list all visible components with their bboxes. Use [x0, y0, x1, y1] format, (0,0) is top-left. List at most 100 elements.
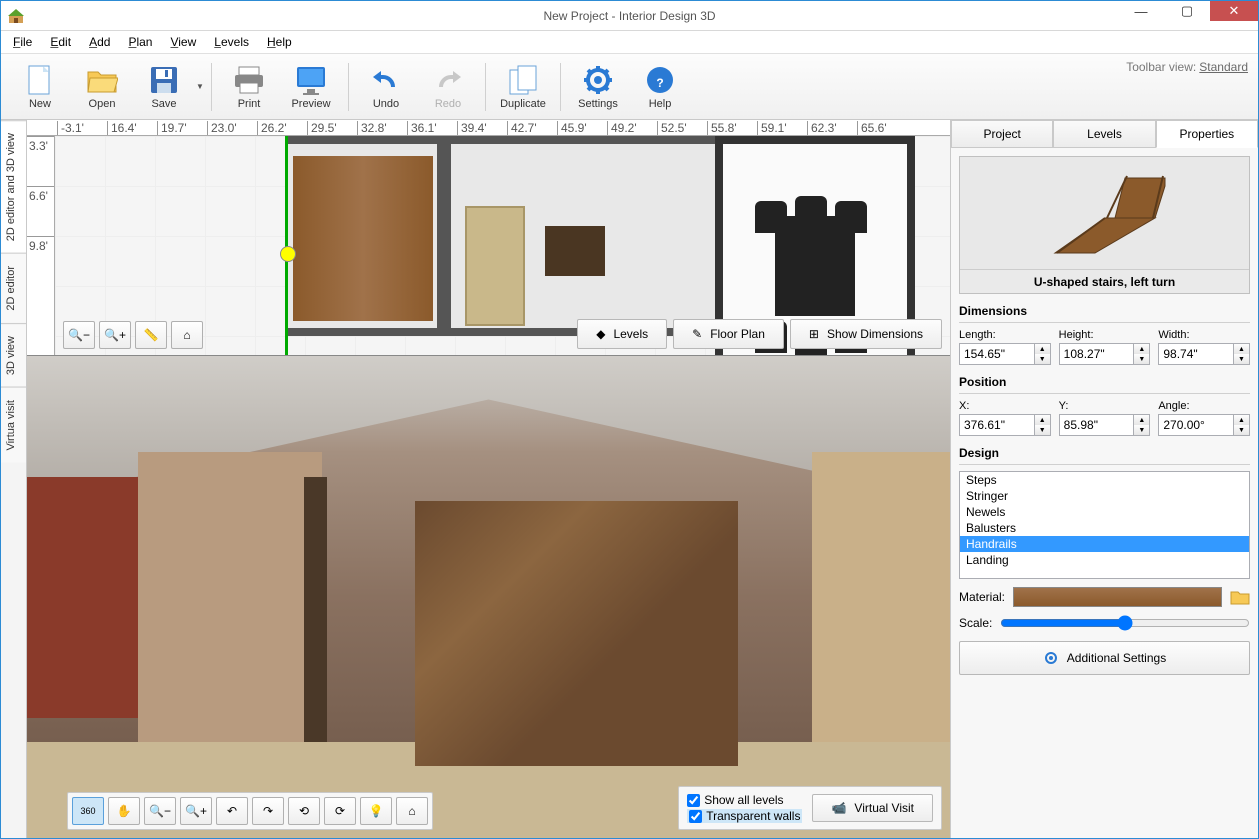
print-button[interactable]: Print [218, 57, 280, 117]
zoom-in-2d-button[interactable]: 🔍+ [99, 321, 131, 349]
y-field[interactable]: ▲▼ [1059, 414, 1151, 436]
list-item[interactable]: Balusters [960, 520, 1249, 536]
help-button[interactable]: ? Help [629, 57, 691, 117]
zoom-out-2d-button[interactable]: 🔍− [63, 321, 95, 349]
app-icon [7, 7, 25, 25]
dimensions-group: Dimensions Length: ▲▼ Height: ▲▼ Width: … [959, 302, 1250, 365]
view-2d[interactable]: 3.3'6.6'9.8' [27, 136, 950, 356]
minimize-button[interactable]: — [1118, 1, 1164, 21]
view3d-right-bar: Show all levels Transparent walls 📹Virtu… [678, 786, 942, 830]
browse-material-button[interactable] [1230, 589, 1250, 605]
orbit-button[interactable]: 360 [72, 797, 104, 825]
show-dimensions-button[interactable]: ⊞Show Dimensions [790, 319, 942, 349]
duplicate-button[interactable]: Duplicate [492, 57, 554, 117]
view3d-toolbar: 360 ✋ 🔍− 🔍+ ↶ ↷ ⟲ ⟳ 💡 ⌂ [67, 792, 433, 830]
right-panel: Project Levels Properties U-shaped stair… [950, 120, 1258, 838]
left-tab-3d[interactable]: 3D view [1, 323, 26, 387]
left-tab-2d3d[interactable]: 2D editor and 3D view [1, 120, 26, 253]
maximize-button[interactable]: ▢ [1164, 1, 1210, 21]
scale-slider[interactable] [1000, 615, 1250, 631]
orbit-icon: 360 [80, 806, 95, 816]
levels-button[interactable]: ◆Levels [577, 319, 667, 349]
undo-button[interactable]: Undo [355, 57, 417, 117]
home-icon: ⌂ [183, 328, 190, 342]
light-button[interactable]: 💡 [360, 797, 392, 825]
svg-text:?: ? [656, 76, 663, 90]
list-item[interactable]: Newels [960, 504, 1249, 520]
length-field[interactable]: ▲▼ [959, 343, 1051, 365]
rotate-cw-button[interactable]: ↷ [252, 797, 284, 825]
gear-icon [582, 64, 614, 96]
virtual-visit-button[interactable]: 📹Virtual Visit [812, 794, 933, 822]
window-title: New Project - Interior Design 3D [543, 9, 715, 23]
measure-button[interactable]: 📏 [135, 321, 167, 349]
zoom-in-icon: 🔍+ [104, 328, 126, 342]
menu-file[interactable]: File [5, 33, 40, 51]
additional-settings-button[interactable]: Additional Settings [959, 641, 1250, 675]
tab-properties[interactable]: Properties [1156, 120, 1258, 148]
design-parts-list[interactable]: Steps Stringer Newels Balusters Handrail… [959, 471, 1250, 579]
pan-button[interactable]: ✋ [108, 797, 140, 825]
x-field[interactable]: ▲▼ [959, 414, 1051, 436]
view2d-action-bar: ◆Levels ✎Floor Plan ⊞Show Dimensions [577, 319, 942, 349]
ruler-vertical: 3.3'6.6'9.8' [27, 136, 55, 355]
new-button[interactable]: New [9, 57, 71, 117]
toolbar-view-link[interactable]: Standard [1199, 60, 1248, 74]
camera-icon: 📹 [831, 801, 846, 815]
zoom-out-icon: 🔍− [68, 328, 90, 342]
list-item[interactable]: Steps [960, 472, 1249, 488]
tab-project[interactable]: Project [951, 120, 1053, 148]
menubar: File Edit Add Plan View Levels Help [1, 31, 1258, 53]
rotate-ccw-icon: ↶ [227, 804, 237, 818]
transparent-walls-checkbox[interactable]: Transparent walls [687, 809, 802, 823]
left-tab-virtual[interactable]: Virtua visit [1, 387, 26, 463]
dimensions-icon: ⊞ [809, 327, 819, 341]
zoom-in-3d-button[interactable]: 🔍+ [180, 797, 212, 825]
render-canvas[interactable] [27, 356, 950, 838]
layers-icon: ◆ [596, 327, 605, 341]
view2d-toolbar: 🔍− 🔍+ 📏 ⌂ [63, 321, 203, 349]
menu-edit[interactable]: Edit [42, 33, 79, 51]
open-button[interactable]: Open [71, 57, 133, 117]
width-field[interactable]: ▲▼ [1158, 343, 1250, 365]
settings-button[interactable]: Settings [567, 57, 629, 117]
tab-levels[interactable]: Levels [1053, 120, 1155, 148]
show-all-levels-checkbox[interactable]: Show all levels [687, 793, 802, 807]
rotate-ccw-button[interactable]: ↶ [216, 797, 248, 825]
height-field[interactable]: ▲▼ [1059, 343, 1151, 365]
list-item[interactable]: Landing [960, 552, 1249, 568]
material-swatch[interactable] [1013, 587, 1222, 607]
home-2d-button[interactable]: ⌂ [171, 321, 203, 349]
close-button[interactable]: ✕ [1210, 1, 1258, 21]
toolbar: New Open Save ▼ Print Preview Undo Redo [1, 53, 1258, 120]
view-3d[interactable]: 360 ✋ 🔍− 🔍+ ↶ ↷ ⟲ ⟳ 💡 ⌂ Show all levels … [27, 356, 950, 838]
monitor-icon [295, 64, 327, 96]
gear-icon [1043, 650, 1059, 666]
save-dropdown[interactable]: ▼ [195, 57, 205, 117]
main: 2D editor and 3D view 2D editor 3D view … [1, 120, 1258, 838]
redo-button[interactable]: Redo [417, 57, 479, 117]
stairs-preview-icon [1035, 168, 1175, 258]
left-tab-2d[interactable]: 2D editor [1, 253, 26, 323]
app-window: New Project - Interior Design 3D — ▢ ✕ F… [0, 0, 1259, 839]
menu-help[interactable]: Help [259, 33, 300, 51]
menu-view[interactable]: View [162, 33, 204, 51]
preview-button[interactable]: Preview [280, 57, 342, 117]
tilt-right-button[interactable]: ⟳ [324, 797, 356, 825]
menu-add[interactable]: Add [81, 33, 118, 51]
hand-icon: ✋ [117, 804, 132, 818]
menu-levels[interactable]: Levels [206, 33, 257, 51]
design-group: Design Steps Stringer Newels Balusters H… [959, 444, 1250, 631]
zoom-out-3d-button[interactable]: 🔍− [144, 797, 176, 825]
tilt-left-button[interactable]: ⟲ [288, 797, 320, 825]
floorplan-button[interactable]: ✎Floor Plan [673, 319, 784, 349]
menu-plan[interactable]: Plan [120, 33, 160, 51]
anchor-point[interactable] [280, 246, 296, 262]
list-item[interactable]: Handrails [960, 536, 1249, 552]
angle-field[interactable]: ▲▼ [1158, 414, 1250, 436]
list-item[interactable]: Stringer [960, 488, 1249, 504]
home-3d-button[interactable]: ⌂ [396, 797, 428, 825]
save-button[interactable]: Save [133, 57, 195, 117]
save-icon [148, 64, 180, 96]
new-file-icon [24, 64, 56, 96]
